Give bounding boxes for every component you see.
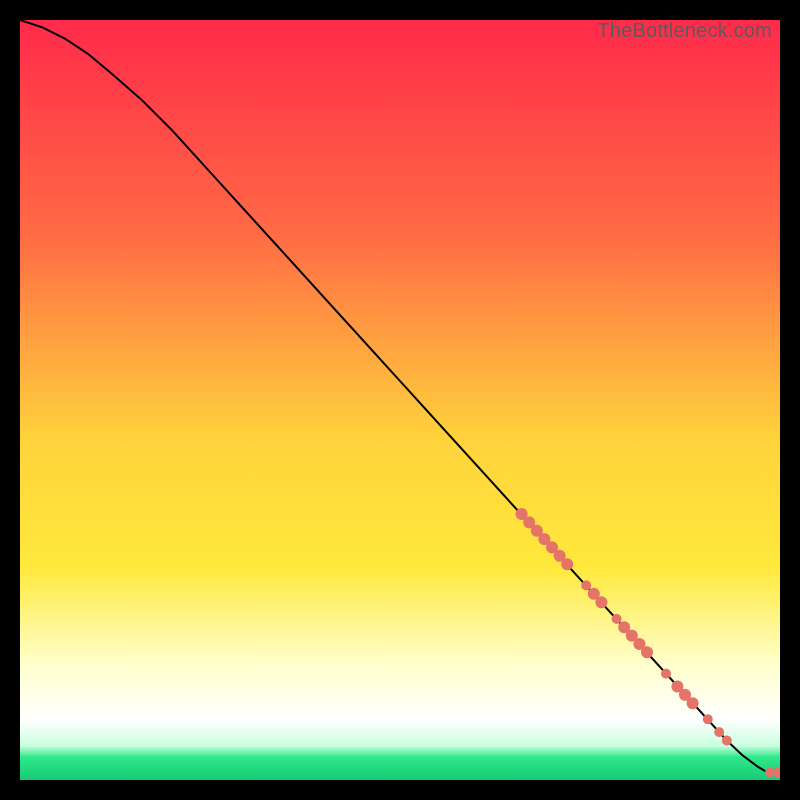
gradient-background [20,20,780,780]
data-marker [765,767,775,777]
data-marker [581,580,591,590]
data-marker [714,727,724,737]
chart-svg [20,20,780,780]
data-marker [595,596,607,608]
data-marker [561,558,573,570]
data-marker [661,669,671,679]
data-marker [703,714,713,724]
data-marker [612,614,622,624]
data-marker [687,697,699,709]
data-marker [722,736,732,746]
data-marker [641,646,653,658]
attribution-label: TheBottleneck.com [597,20,772,43]
chart-frame: TheBottleneck.com [20,20,780,780]
